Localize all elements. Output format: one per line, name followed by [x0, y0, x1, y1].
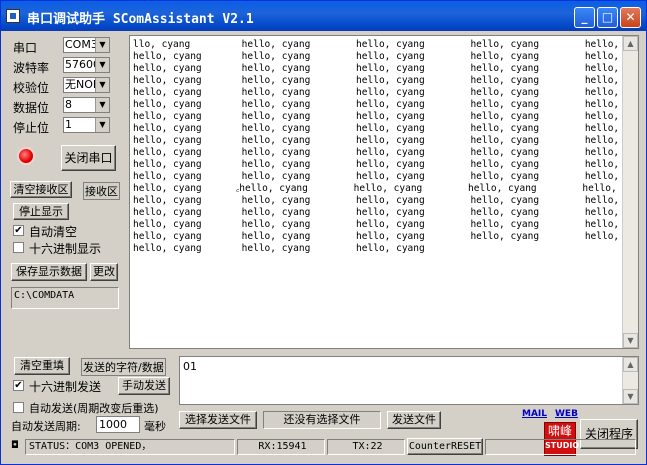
clear-send-button[interactable]: 清空重填	[14, 357, 70, 375]
counter-reset-button[interactable]: CounterRESET	[407, 438, 483, 455]
send-area-label: 发送的字符/数据	[81, 358, 166, 376]
receive-line: hello, cyang hello, cyang hello, cyang	[133, 243, 425, 254]
receive-line: hello, cyang hello, cyang hello, cyang h…	[133, 147, 639, 158]
close-button[interactable]: ✕	[620, 7, 641, 28]
send-scrollbar[interactable]: ▲ ▼	[622, 357, 638, 404]
receive-line: hello, cyang hello, cyang hello, cyang h…	[133, 111, 639, 122]
chevron-down-icon[interactable]: ▼	[95, 38, 109, 52]
receive-area-label: 接收区	[83, 182, 120, 200]
receive-scrollbar[interactable]: ▲ ▼	[622, 36, 638, 348]
receive-line: hello, cyang hello, cyang hello, cyang h…	[133, 87, 639, 98]
save-data-button[interactable]: 保存显示数据	[11, 263, 87, 281]
receive-line: hello, cyang hello, cyang hello, cyang h…	[133, 195, 639, 206]
status-spacer	[485, 439, 636, 455]
period-input[interactable]: 1000	[96, 416, 140, 433]
mail-link[interactable]: MAIL	[522, 409, 547, 419]
settings-panel: 串口 COM3 ▼ 波特率 57600 ▼ 校验位 无NONE ▼ 数据位 8 ▼ 停止…	[9, 35, 122, 339]
scroll-up-icon[interactable]: ▲	[623, 357, 638, 372]
receive-line: hello, cyang hello, cyang hello, cyang h…	[133, 123, 639, 134]
receive-line: hello, cyang ꜀hello, cyang hello, cyang …	[133, 183, 639, 194]
chevron-down-icon[interactable]: ▼	[95, 58, 109, 72]
period-unit: 毫秒	[144, 420, 166, 433]
parity-label: 校验位	[13, 81, 50, 95]
minimize-button[interactable]: _	[574, 7, 595, 28]
stop-display-button[interactable]: 停止显示	[13, 203, 69, 220]
scroll-down-icon[interactable]: ▼	[623, 389, 638, 404]
status-bar: ◘ STATUS：COM3 OPENED， RX:15941 TX:22 Cou…	[9, 437, 639, 455]
parity-select[interactable]: 无NONE ▼	[63, 77, 110, 93]
databits-value: 8	[65, 98, 72, 111]
scroll-down-icon[interactable]: ▼	[623, 333, 638, 348]
databits-label: 数据位	[13, 101, 50, 115]
chevron-down-icon[interactable]: ▼	[95, 118, 109, 132]
close-port-button[interactable]: 关闭串口	[61, 145, 116, 171]
chevron-down-icon[interactable]: ▼	[95, 78, 109, 92]
receive-textarea[interactable]: llo, cyang hello, cyang hello, cyang hel…	[129, 35, 639, 349]
port-label: 串口	[13, 41, 38, 55]
hex-display-label: 十六进制显示	[29, 242, 102, 256]
auto-clear-checkbox[interactable]: ✔	[13, 225, 24, 236]
status-icon: ◘	[11, 440, 19, 451]
clear-receive-button[interactable]: 清空接收区	[10, 181, 72, 198]
window-title: 串口调试助手 SComAssistant V2.1	[27, 12, 254, 27]
receive-line: hello, cyang hello, cyang hello, cyang h…	[133, 99, 639, 110]
maximize-button[interactable]: □	[597, 7, 618, 28]
baud-label: 波特率	[13, 61, 50, 75]
port-select[interactable]: COM3 ▼	[63, 37, 110, 53]
select-file-button[interactable]: 选择发送文件	[179, 411, 257, 429]
status-text: STATUS：COM3 OPENED，	[25, 439, 235, 455]
web-link[interactable]: WEB	[555, 409, 578, 419]
receive-text: llo, cyang hello, cyang hello, cyang hel…	[133, 39, 639, 255]
stopbits-value: 1	[65, 118, 72, 131]
rx-counter: RX:15941	[237, 439, 325, 455]
app-icon	[6, 9, 20, 23]
auto-send-label: 自动发送(周期改变后重选)	[29, 402, 159, 415]
send-textarea[interactable]: 01 ▲ ▼	[179, 356, 639, 405]
receive-line: hello, cyang hello, cyang hello, cyang h…	[133, 135, 639, 146]
auto-send-checkbox[interactable]	[13, 402, 24, 413]
tx-counter: TX:22	[327, 439, 405, 455]
port-status-led-icon	[19, 149, 33, 163]
receive-line: hello, cyang hello, cyang hello, cyang h…	[133, 207, 639, 218]
change-path-button[interactable]: 更改	[90, 263, 118, 281]
manual-send-button[interactable]: 手动发送	[118, 377, 170, 395]
stopbits-select[interactable]: 1 ▼	[63, 117, 110, 133]
receive-line: hello, cyang hello, cyang hello, cyang h…	[133, 171, 639, 182]
receive-line: llo, cyang hello, cyang hello, cyang hel…	[133, 39, 639, 50]
send-file-button[interactable]: 发送文件	[387, 411, 441, 429]
hex-display-checkbox[interactable]	[13, 242, 24, 253]
baud-select[interactable]: 57600 ▼	[63, 57, 110, 73]
save-path-field[interactable]: C:\COMDATA	[11, 287, 119, 309]
databits-select[interactable]: 8 ▼	[63, 97, 110, 113]
receive-line: hello, cyang hello, cyang hello, cyang h…	[133, 75, 639, 86]
selected-file-label: 还没有选择文件	[263, 411, 381, 429]
scroll-up-icon[interactable]: ▲	[623, 36, 638, 51]
receive-line: hello, cyang hello, cyang hello, cyang h…	[133, 63, 639, 74]
receive-line: hello, cyang hello, cyang hello, cyang h…	[133, 51, 639, 62]
hex-send-label: 十六进制发送	[29, 380, 102, 394]
period-label: 自动发送周期:	[11, 420, 81, 433]
chevron-down-icon[interactable]: ▼	[95, 98, 109, 112]
receive-line: hello, cyang hello, cyang hello, cyang h…	[133, 231, 639, 242]
stopbits-label: 停止位	[13, 121, 50, 135]
hex-send-checkbox[interactable]: ✔	[13, 380, 24, 391]
port-value: COM3	[65, 38, 98, 51]
app-window: 串口调试助手 SComAssistant V2.1 _ □ ✕ 串口 COM3 ▼…	[0, 0, 647, 465]
receive-line: hello, cyang hello, cyang hello, cyang h…	[133, 219, 639, 230]
send-text: 01	[183, 360, 197, 373]
receive-line: hello, cyang hello, cyang hello, cyang h…	[133, 159, 639, 170]
auto-clear-label: 自动清空	[29, 225, 78, 239]
title-bar[interactable]: 串口调试助手 SComAssistant V2.1 _ □ ✕	[1, 1, 646, 31]
